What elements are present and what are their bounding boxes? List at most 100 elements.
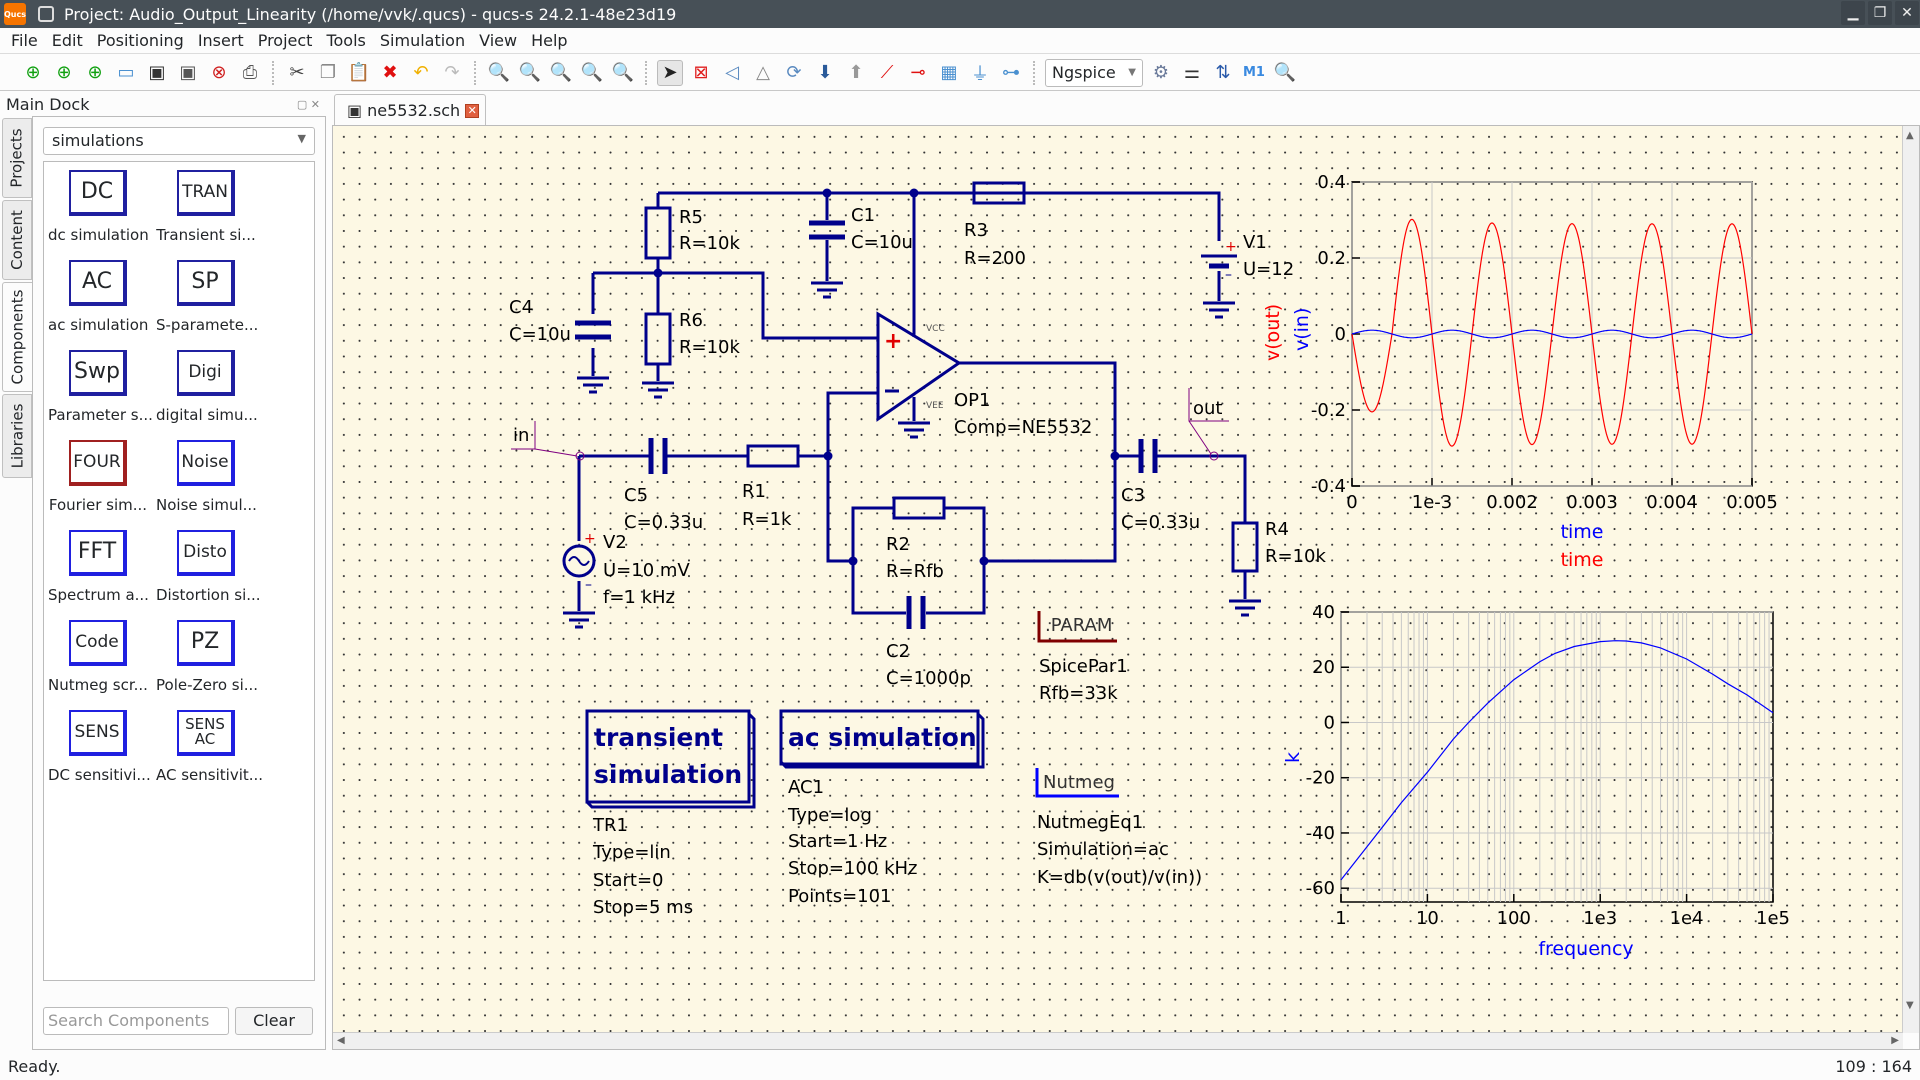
keep-above-icon[interactable] xyxy=(38,6,54,22)
v2-name: V2 xyxy=(603,532,627,553)
component-icon: AC xyxy=(69,260,127,306)
menu-simulation[interactable]: Simulation xyxy=(373,31,472,50)
close-doc-icon[interactable]: ⊗ xyxy=(206,60,232,86)
component-item[interactable]: SENS DC sensitivi... xyxy=(48,710,151,784)
copy-icon[interactable]: ❐ xyxy=(315,60,341,86)
component-item[interactable]: Code Nutmeg scr... xyxy=(48,620,148,694)
scroll-down-icon[interactable]: ▼ xyxy=(1906,1000,1914,1011)
menu-tools[interactable]: Tools xyxy=(319,31,372,50)
wire-icon[interactable]: ⟋ xyxy=(874,60,900,86)
component-item[interactable]: PZ Pole-Zero si... xyxy=(156,620,259,694)
leave-subcircuit-icon[interactable]: ⬆ xyxy=(843,60,869,86)
menu-file[interactable]: File xyxy=(4,31,45,50)
component-icon: Code xyxy=(69,620,127,666)
toolbar-separator xyxy=(1033,60,1036,85)
scroll-left-icon[interactable]: ◀ xyxy=(337,1035,345,1046)
select-icon[interactable]: ➤ xyxy=(657,59,683,86)
component-item[interactable]: Noise Noise simul... xyxy=(156,440,257,514)
wire-label-icon[interactable]: ⊸ xyxy=(905,60,931,86)
enter-subcircuit-icon[interactable]: ⬇ xyxy=(812,60,838,86)
nutmeg-header: Nutmeg xyxy=(1043,772,1115,793)
y-tick-label: 20 xyxy=(1312,657,1335,678)
r2-name: R2 xyxy=(886,534,910,555)
component-item[interactable]: TRAN Transient si... xyxy=(156,170,256,244)
tran-stop: Stop=5 ms xyxy=(593,897,693,918)
dpl-toggle-icon[interactable]: ⇅ xyxy=(1210,60,1236,86)
new-text-icon[interactable]: ⊕ xyxy=(51,60,77,86)
open-icon[interactable]: ▭ xyxy=(113,60,139,86)
menu-edit[interactable]: Edit xyxy=(45,31,90,50)
component-item[interactable]: DC dc simulation xyxy=(48,170,149,244)
tune-icon[interactable]: ⚌ xyxy=(1179,60,1205,86)
delete-icon[interactable]: ✖ xyxy=(377,60,403,86)
print-icon[interactable]: ⎙ xyxy=(237,60,263,86)
scroll-right-icon[interactable]: ▶ xyxy=(1891,1035,1899,1046)
tab-ne5532[interactable]: ▣ ne5532.sch ✕ xyxy=(334,94,486,126)
component-item[interactable]: SENS AC AC sensitivit... xyxy=(156,710,263,784)
zoom-fit-icon[interactable]: 🔍 xyxy=(486,60,512,86)
redo-icon[interactable]: ↷ xyxy=(439,60,465,86)
menu-positioning[interactable]: Positioning xyxy=(90,31,191,50)
ground-icon[interactable]: ⏚ xyxy=(967,60,993,86)
ac-start: Start=1 Hz xyxy=(788,831,887,852)
simulate-icon[interactable]: ⚙ xyxy=(1148,60,1174,86)
tab-libraries[interactable]: Libraries xyxy=(2,394,32,478)
component-item[interactable]: Disto Distortion si... xyxy=(156,530,261,604)
x-tick-label: 1 xyxy=(1335,908,1346,929)
rotate-icon[interactable]: ⟳ xyxy=(781,60,807,86)
mirror-y-icon[interactable]: △ xyxy=(750,60,776,86)
zoom-diagram-icon[interactable]: 🔍 xyxy=(1272,60,1298,86)
deactivate-icon[interactable]: ⊠ xyxy=(688,60,714,86)
menu-view[interactable]: View xyxy=(472,31,524,50)
menu-insert[interactable]: Insert xyxy=(191,31,251,50)
clear-button[interactable]: Clear xyxy=(235,1007,313,1035)
close-tab-icon[interactable]: ✕ xyxy=(465,103,480,118)
paste-icon[interactable]: 📋 xyxy=(346,60,372,86)
equation-icon[interactable]: ▦ xyxy=(936,60,962,86)
category-select[interactable]: simulations ▼ xyxy=(43,127,315,155)
tab-projects[interactable]: Projects xyxy=(2,118,32,198)
simulator-value: Ngspice xyxy=(1052,63,1116,82)
mirror-x-icon[interactable]: ◁ xyxy=(719,60,745,86)
marker-icon[interactable]: M1 xyxy=(1241,60,1267,86)
zoom-in-icon[interactable]: 🔍 xyxy=(579,60,605,86)
maximize-button[interactable]: ❐ xyxy=(1868,1,1892,25)
menu-help[interactable]: Help xyxy=(524,31,574,50)
menu-project[interactable]: Project xyxy=(251,31,320,50)
search-components-input[interactable]: Search Components xyxy=(43,1007,229,1035)
save-icon[interactable]: ▣ xyxy=(144,60,170,86)
y-tick-label: -0.4 xyxy=(1311,476,1346,497)
zoom-out-icon[interactable]: 🔍 xyxy=(610,60,636,86)
component-item[interactable]: FFT Spectrum a... xyxy=(48,530,149,604)
minimize-button[interactable]: ▁ xyxy=(1841,1,1865,25)
port-icon[interactable]: ⊶ xyxy=(998,60,1024,86)
tran-name: TR1 xyxy=(592,815,628,836)
save-all-icon[interactable]: ▣ xyxy=(175,60,201,86)
zoom-selection-icon[interactable]: 🔍 xyxy=(517,60,543,86)
new-symbol-icon[interactable]: ⊕ xyxy=(82,60,108,86)
c2-name: C2 xyxy=(886,641,910,662)
ac-source-v2 xyxy=(562,544,596,578)
dock-close-icon[interactable]: ✕ xyxy=(311,98,320,111)
new-schematic-icon[interactable]: ⊕ xyxy=(20,60,46,86)
x-tick-label: 0.002 xyxy=(1486,492,1538,513)
schematic-canvas[interactable]: + – + – + VCC VEE in out R5 R=10k R6 R=1… xyxy=(333,126,1903,1033)
undo-icon[interactable]: ↶ xyxy=(408,60,434,86)
close-button[interactable]: ✕ xyxy=(1895,1,1919,25)
scroll-up-icon[interactable]: ▲ xyxy=(1906,130,1914,141)
tab-components[interactable]: Components xyxy=(2,282,32,392)
component-label: Pole-Zero si... xyxy=(156,676,259,694)
zoom-1to1-icon[interactable]: 🔍 xyxy=(548,60,574,86)
tab-content[interactable]: Content xyxy=(2,200,32,280)
cut-icon[interactable]: ✂ xyxy=(284,60,310,86)
component-list: DC dc simulation TRAN Transient si... AC ac s… xyxy=(43,161,315,981)
component-item[interactable]: Digi digital simu... xyxy=(156,350,258,424)
component-item[interactable]: FOUR Fourier sim... xyxy=(48,440,148,514)
dock-float-icon[interactable]: ▢ xyxy=(297,98,307,111)
component-item[interactable]: Swp Parameter s... xyxy=(48,350,153,424)
vertical-scrollbar[interactable]: ▲ ▼ xyxy=(1902,126,1919,1033)
horizontal-scrollbar[interactable]: ◀ ▶ xyxy=(333,1032,1903,1049)
simulator-select[interactable]: Ngspice ▼ xyxy=(1045,58,1143,87)
component-item[interactable]: AC ac simulation xyxy=(48,260,148,334)
component-item[interactable]: SP S-paramete... xyxy=(156,260,258,334)
